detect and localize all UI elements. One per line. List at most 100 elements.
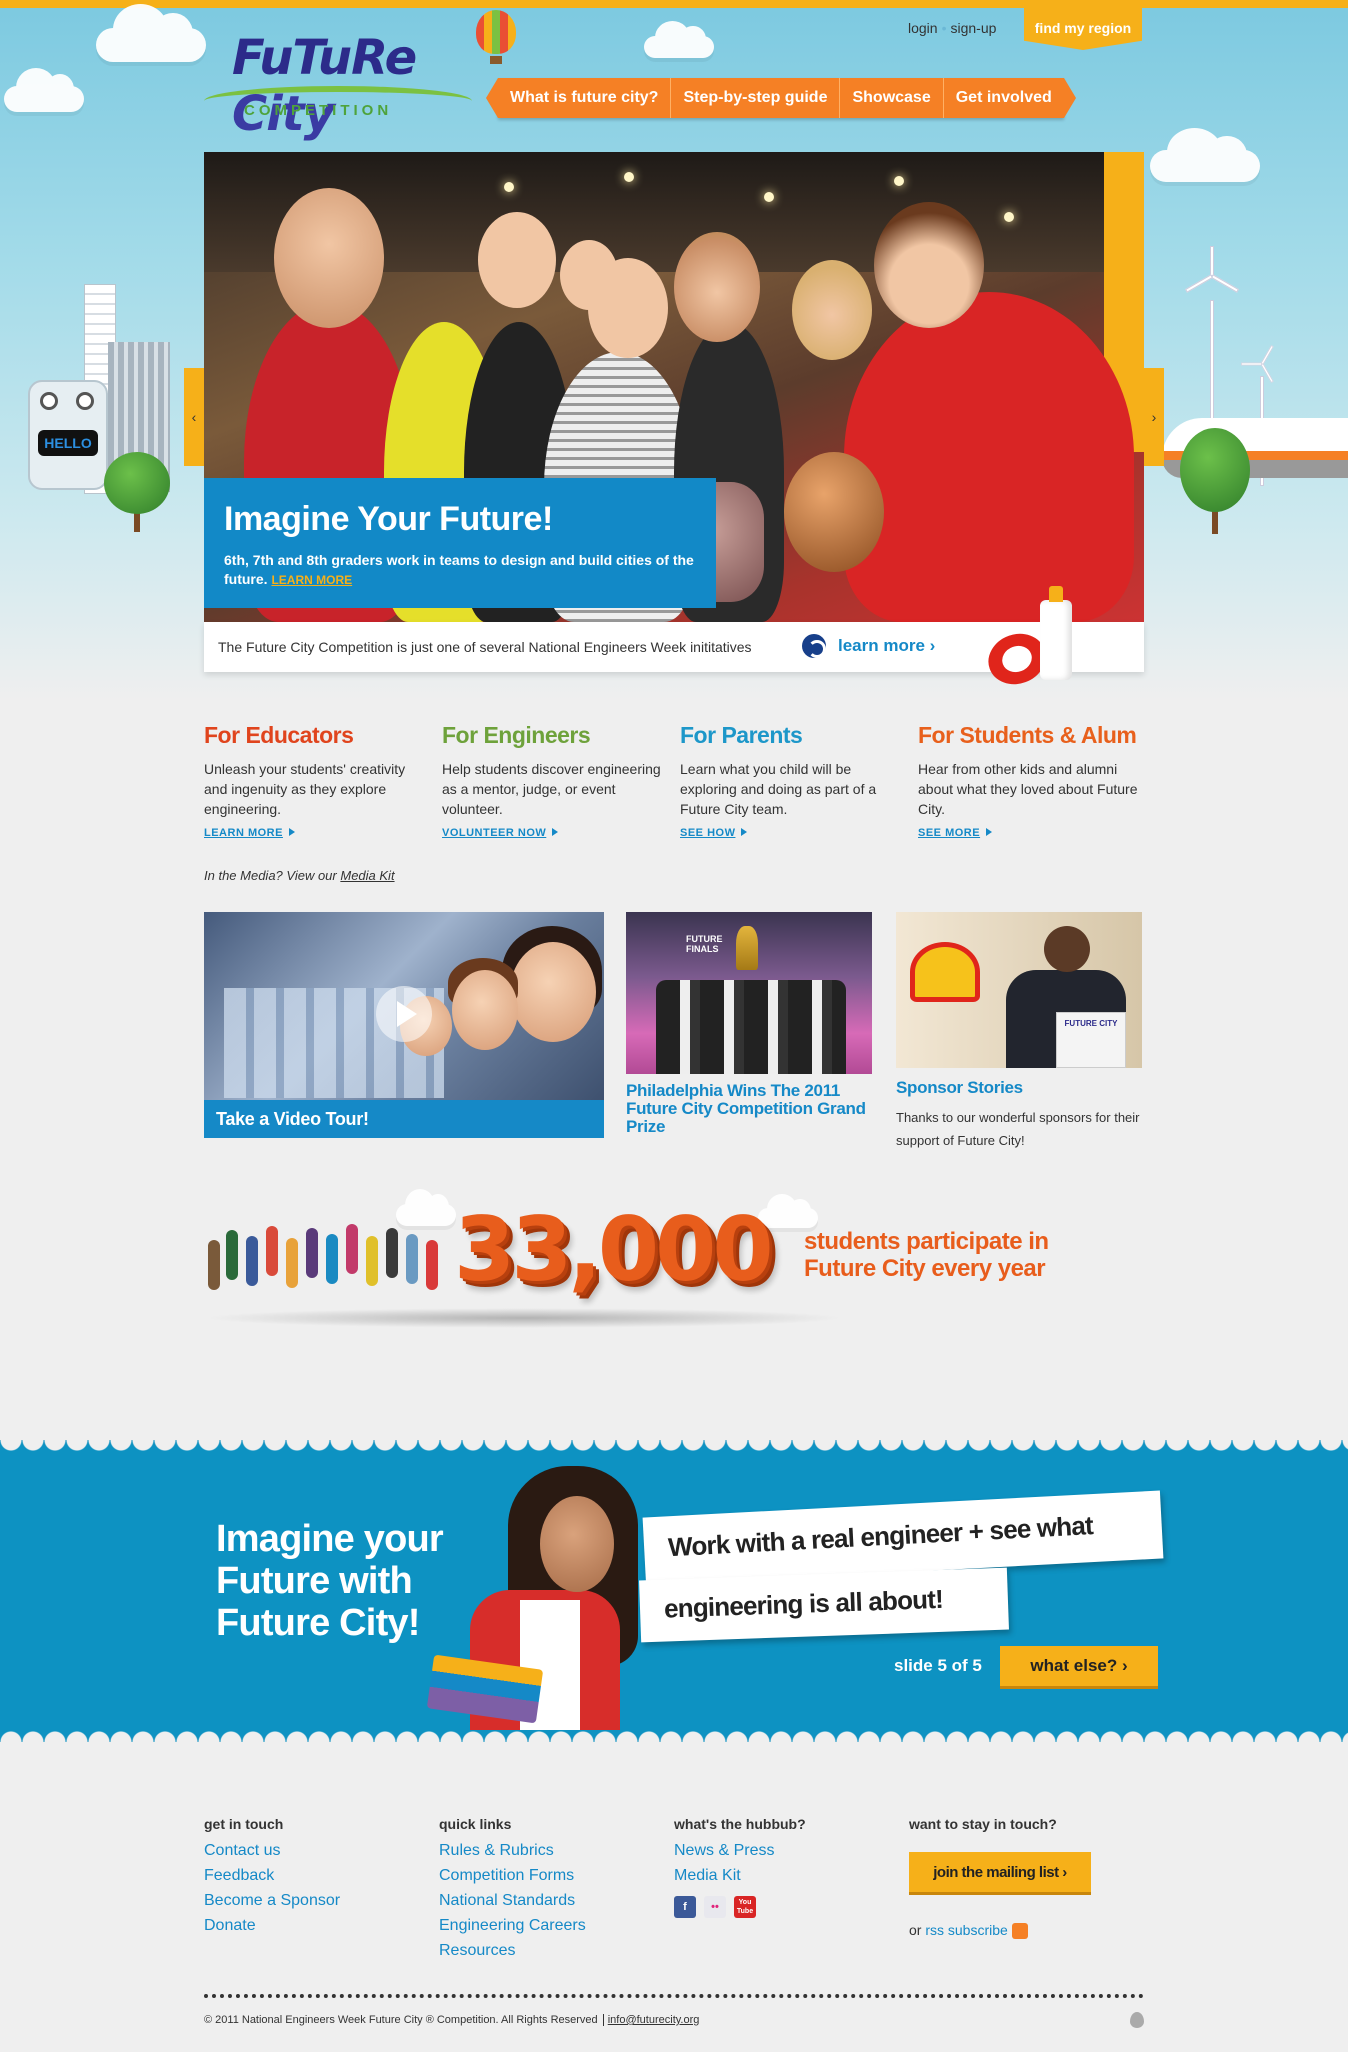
rss-line: or rss subscribe [909, 1918, 1144, 1943]
account-links: login • sign-up [908, 20, 996, 36]
city-model [784, 452, 884, 572]
footer-standards-link[interactable]: National Standards [439, 1888, 674, 1913]
student-figure [844, 292, 1134, 622]
flickr-icon[interactable]: •• [704, 1896, 726, 1918]
promo-card-line2: engineering is all about! [639, 1567, 1009, 1643]
students-see-more-link[interactable]: SEE MORE [918, 827, 993, 839]
footer-heading: quick links [439, 1816, 512, 1832]
audience-title: For Parents [680, 722, 803, 748]
site-logo[interactable]: FuTuRe City COMPETITION [204, 30, 472, 142]
footer-careers-link[interactable]: Engineering Careers [439, 1913, 674, 1938]
educators-learn-more-link[interactable]: LEARN MORE [204, 827, 295, 839]
nav-step-by-step-guide[interactable]: Step-by-step guide [671, 78, 841, 118]
tree-illustration [1180, 428, 1250, 512]
footer-heading: what's the hubbub? [674, 1816, 806, 1832]
media-kit-link[interactable]: Media Kit [340, 868, 394, 883]
philadelphia-photo[interactable]: FUTURE FINALS [626, 912, 872, 1074]
rss-subscribe-link[interactable]: rss subscribe [925, 1922, 1007, 1938]
kid-face [452, 970, 518, 1050]
footer-columns: get in touch Contact us Feedback Become … [204, 1816, 1144, 1963]
student-portrait-face [540, 1496, 614, 1592]
speaker-head [1044, 926, 1090, 972]
hero-next-arrow[interactable]: › [1144, 368, 1164, 466]
play-icon[interactable] [376, 986, 432, 1042]
footer-heading: want to stay in touch? [909, 1816, 1057, 1832]
signup-link[interactable]: sign-up [951, 20, 997, 36]
cloud-decoration [644, 20, 714, 58]
footer-rules-link[interactable]: Rules & Rubrics [439, 1838, 674, 1863]
sponsor-text: Thanks to our wonderful sponsors for the… [896, 1110, 1140, 1148]
footer-forms-link[interactable]: Competition Forms [439, 1863, 674, 1888]
jumping-student [208, 1240, 220, 1290]
jumping-student [246, 1236, 258, 1286]
nav-showcase[interactable]: Showcase [840, 78, 944, 118]
jumping-student [326, 1234, 338, 1284]
wind-turbine-icon [1241, 343, 1283, 385]
drop-icon [1130, 2012, 1144, 2028]
sponsor-photo[interactable]: FUTURE CITY [896, 912, 1142, 1068]
sponsor-stories-link[interactable]: Sponsor Stories [896, 1078, 1023, 1098]
audience-text: Unleash your students' creativity and in… [204, 761, 406, 817]
engineers-week-logo-icon [802, 634, 826, 658]
footer-sponsor-link[interactable]: Become a Sponsor [204, 1888, 439, 1913]
nav-get-involved[interactable]: Get involved [944, 78, 1064, 118]
footer-quick-links: quick links Rules & Rubrics Competition … [439, 1816, 674, 1963]
balloon-basket-icon [490, 56, 502, 64]
arrow-right-icon [552, 828, 559, 836]
audience-parents: For Parents Learn what you child will be… [680, 722, 918, 841]
nav-what-is-future-city[interactable]: What is future city? [498, 78, 672, 118]
jumping-students-illustration [204, 1220, 452, 1300]
kid-face [510, 942, 596, 1042]
hero-caption: Imagine Your Future! 6th, 7th and 8th gr… [204, 478, 716, 608]
hero-title: Imagine Your Future! [224, 500, 553, 538]
hero-slideshow[interactable]: Imagine Your Future! 6th, 7th and 8th gr… [204, 152, 1144, 622]
join-mailing-list-button[interactable]: join the mailing list › [909, 1852, 1091, 1892]
robot-eye-icon [40, 392, 58, 410]
wind-turbine-icon [1182, 246, 1242, 306]
hero-text: 6th, 7th and 8th graders work in teams t… [224, 552, 694, 587]
login-link[interactable]: login [908, 20, 938, 36]
robot-eye-icon [76, 392, 94, 410]
copyright: © 2011 National Engineers Week Future Ci… [204, 2014, 700, 2026]
audience-text: Help students discover engineering as a … [442, 761, 661, 817]
youtube-icon[interactable]: You Tube [734, 1896, 756, 1918]
footer-contact-link[interactable]: Contact us [204, 1838, 439, 1863]
footer-heading: get in touch [204, 1816, 284, 1832]
winning-team-figures [656, 980, 846, 1074]
footer-feedback-link[interactable]: Feedback [204, 1863, 439, 1888]
email-link[interactable]: info@futurecity.org [602, 2014, 700, 2026]
video-tour-tile[interactable]: Take a Video Tour! [204, 912, 604, 1138]
future-finals-banner: FUTURE FINALS [686, 934, 723, 954]
footer-news-link[interactable]: News & Press [674, 1838, 909, 1863]
arrow-right-icon [986, 828, 993, 836]
student-head [588, 258, 668, 358]
what-else-button[interactable]: what else? › [1000, 1646, 1158, 1686]
engineers-volunteer-link[interactable]: VOLUNTEER NOW [442, 827, 559, 839]
hot-air-balloon-icon [476, 10, 516, 54]
philadelphia-wins-link[interactable]: Philadelphia Wins The 2011 Future City C… [626, 1082, 876, 1136]
footer-hubbub: what's the hubbub? News & Press Media Ki… [674, 1816, 909, 1963]
student-head [274, 188, 384, 328]
audience-columns: For Educators Unleash your students' cre… [204, 722, 1144, 841]
facebook-icon[interactable]: f [674, 1896, 696, 1918]
participant-count: 33,000 [454, 1198, 774, 1301]
cloud-decoration [1150, 127, 1260, 182]
hero-prev-arrow[interactable]: ‹ [184, 368, 204, 466]
hero-learn-more-link[interactable]: LEARN MORE [271, 573, 352, 587]
robot-illustration: HELLO [28, 380, 108, 490]
wave-border-top [0, 1440, 1348, 1460]
footer-media-kit-link[interactable]: Media Kit [674, 1863, 909, 1888]
audience-title: For Students & Alum [918, 722, 1137, 748]
audience-text: Hear from other kids and alumni about wh… [918, 761, 1138, 817]
audience-title: For Engineers [442, 722, 591, 748]
glue-bottle-icon [1040, 586, 1072, 680]
footer-resources-link[interactable]: Resources [439, 1938, 674, 1963]
audience-students: For Students & Alum Hear from other kids… [918, 722, 1144, 841]
strip-learn-more-link[interactable]: learn more › [838, 636, 935, 656]
footer-get-in-touch: get in touch Contact us Feedback Become … [204, 1816, 439, 1963]
footer-donate-link[interactable]: Donate [204, 1913, 439, 1938]
jumping-student [366, 1236, 378, 1286]
footer-divider [204, 1994, 1144, 1998]
rss-icon[interactable] [1011, 1923, 1028, 1940]
parents-see-how-link[interactable]: SEE HOW [680, 827, 748, 839]
